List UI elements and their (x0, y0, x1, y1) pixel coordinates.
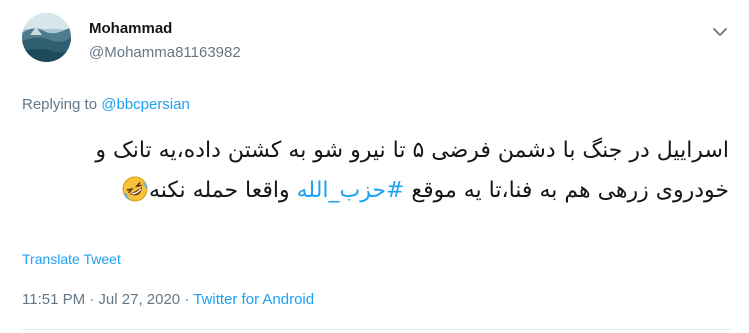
replying-to-line: Replying to @bbcpersian (22, 96, 190, 113)
tweet-meta: 11:51 PM · Jul 27, 2020 · Twitter for An… (22, 291, 314, 308)
tweet-text-part-2: واقعا حمله نکنه (148, 178, 297, 203)
tweet-source-link[interactable]: Twitter for Android (193, 291, 314, 308)
tweet-timestamp[interactable]: 11:51 PM · Jul 27, 2020 · (22, 291, 193, 308)
rolling-on-floor-laughing-emoji-icon (121, 175, 149, 203)
author-handle[interactable]: @Mohamma81163982 (89, 44, 241, 61)
translate-tweet-link[interactable]: Translate Tweet (22, 251, 121, 267)
replying-to-label: Replying to (22, 96, 102, 113)
avatar-image (22, 13, 71, 62)
tweet-text: اسراییل در جنگ با دشمن فرضی ۵ تا نیرو شو… (20, 131, 729, 211)
author-avatar[interactable] (22, 13, 71, 62)
hashtag-link[interactable]: #حزب_الله (297, 178, 405, 203)
divider (22, 329, 733, 330)
author-display-name[interactable]: Mohammad (89, 20, 172, 37)
replying-to-user-link[interactable]: @bbcpersian (101, 96, 190, 113)
tweet-options-chevron-down-icon[interactable] (708, 22, 732, 42)
chevron-down-icon (713, 27, 727, 36)
